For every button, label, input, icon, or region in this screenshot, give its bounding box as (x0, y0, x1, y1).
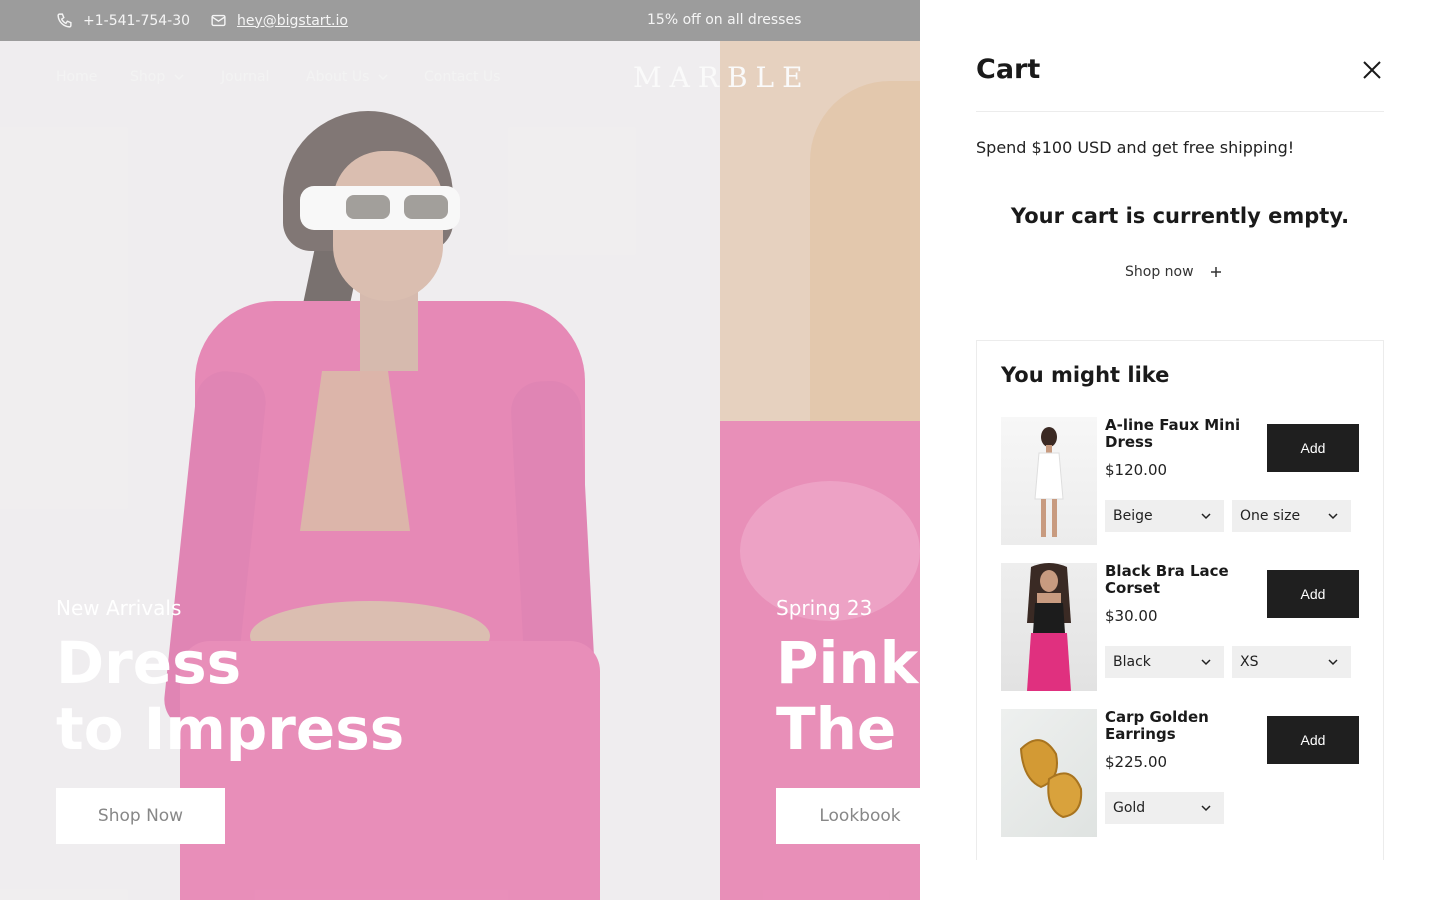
cart-title: Cart (976, 54, 1041, 85)
color-select[interactable]: Beige (1105, 500, 1224, 532)
product-name[interactable]: Black Bra Lace Corset (1105, 563, 1255, 597)
size-select-value: XS (1240, 654, 1259, 670)
product-price: $30.00 (1105, 607, 1158, 625)
product-price: $120.00 (1105, 461, 1168, 479)
size-select-value: One size (1240, 508, 1301, 524)
chevron-down-icon (1328, 659, 1338, 666)
earrings-icon (1019, 739, 1083, 819)
chevron-down-icon (1328, 513, 1338, 520)
close-button[interactable] (1360, 58, 1384, 82)
chevron-down-icon (1201, 659, 1211, 666)
empty-cart-message: Your cart is currently empty. (1010, 204, 1350, 228)
product-image[interactable] (1001, 709, 1097, 837)
storefront-page: +1-541-754-30 hey@bigstart.io 15% off on… (0, 0, 920, 900)
add-to-cart-button[interactable]: Add (1267, 424, 1359, 472)
drawer-backdrop[interactable] (0, 0, 920, 900)
product-price: $225.00 (1105, 753, 1168, 771)
close-icon (1363, 61, 1381, 79)
free-shipping-message: Spend $100 USD and get free shipping! (976, 138, 1295, 157)
product-name[interactable]: A-line Faux Mini Dress (1105, 417, 1255, 451)
add-to-cart-button[interactable]: Add (1267, 570, 1359, 618)
chevron-down-icon (1201, 805, 1211, 812)
product-name[interactable]: Carp Golden Earrings (1105, 709, 1255, 743)
size-select[interactable]: XS (1232, 646, 1351, 678)
product-image[interactable] (1001, 563, 1097, 691)
color-select-value: Gold (1113, 800, 1146, 816)
corset-figure-icon (1027, 563, 1071, 691)
recommendations-title: You might like (1001, 363, 1170, 387)
recommendations-panel: You might like A-line Faux Mini Dress $1… (976, 340, 1384, 860)
product-card: Black Bra Lace Corset $30.00 Add Black X… (1001, 563, 1361, 691)
chevron-down-icon (1201, 513, 1211, 520)
color-select-value: Black (1113, 654, 1151, 670)
size-select[interactable]: One size (1232, 500, 1351, 532)
add-to-cart-button[interactable]: Add (1267, 716, 1359, 764)
color-select-value: Beige (1113, 508, 1153, 524)
cart-divider (976, 111, 1384, 112)
color-select[interactable]: Gold (1105, 792, 1224, 824)
plus-icon (1210, 267, 1221, 277)
product-card: A-line Faux Mini Dress $120.00 Add Beige… (1001, 417, 1361, 545)
cart-drawer: Cart Spend $100 USD and get free shippin… (920, 0, 1440, 900)
shop-now-label: Shop now (1125, 264, 1194, 280)
dress-figure-icon (1034, 427, 1064, 537)
product-image[interactable] (1001, 417, 1097, 545)
color-select[interactable]: Black (1105, 646, 1224, 678)
product-card: Carp Golden Earrings $225.00 Add Gold (1001, 709, 1361, 837)
shop-now-link[interactable]: Shop now (1125, 264, 1222, 280)
